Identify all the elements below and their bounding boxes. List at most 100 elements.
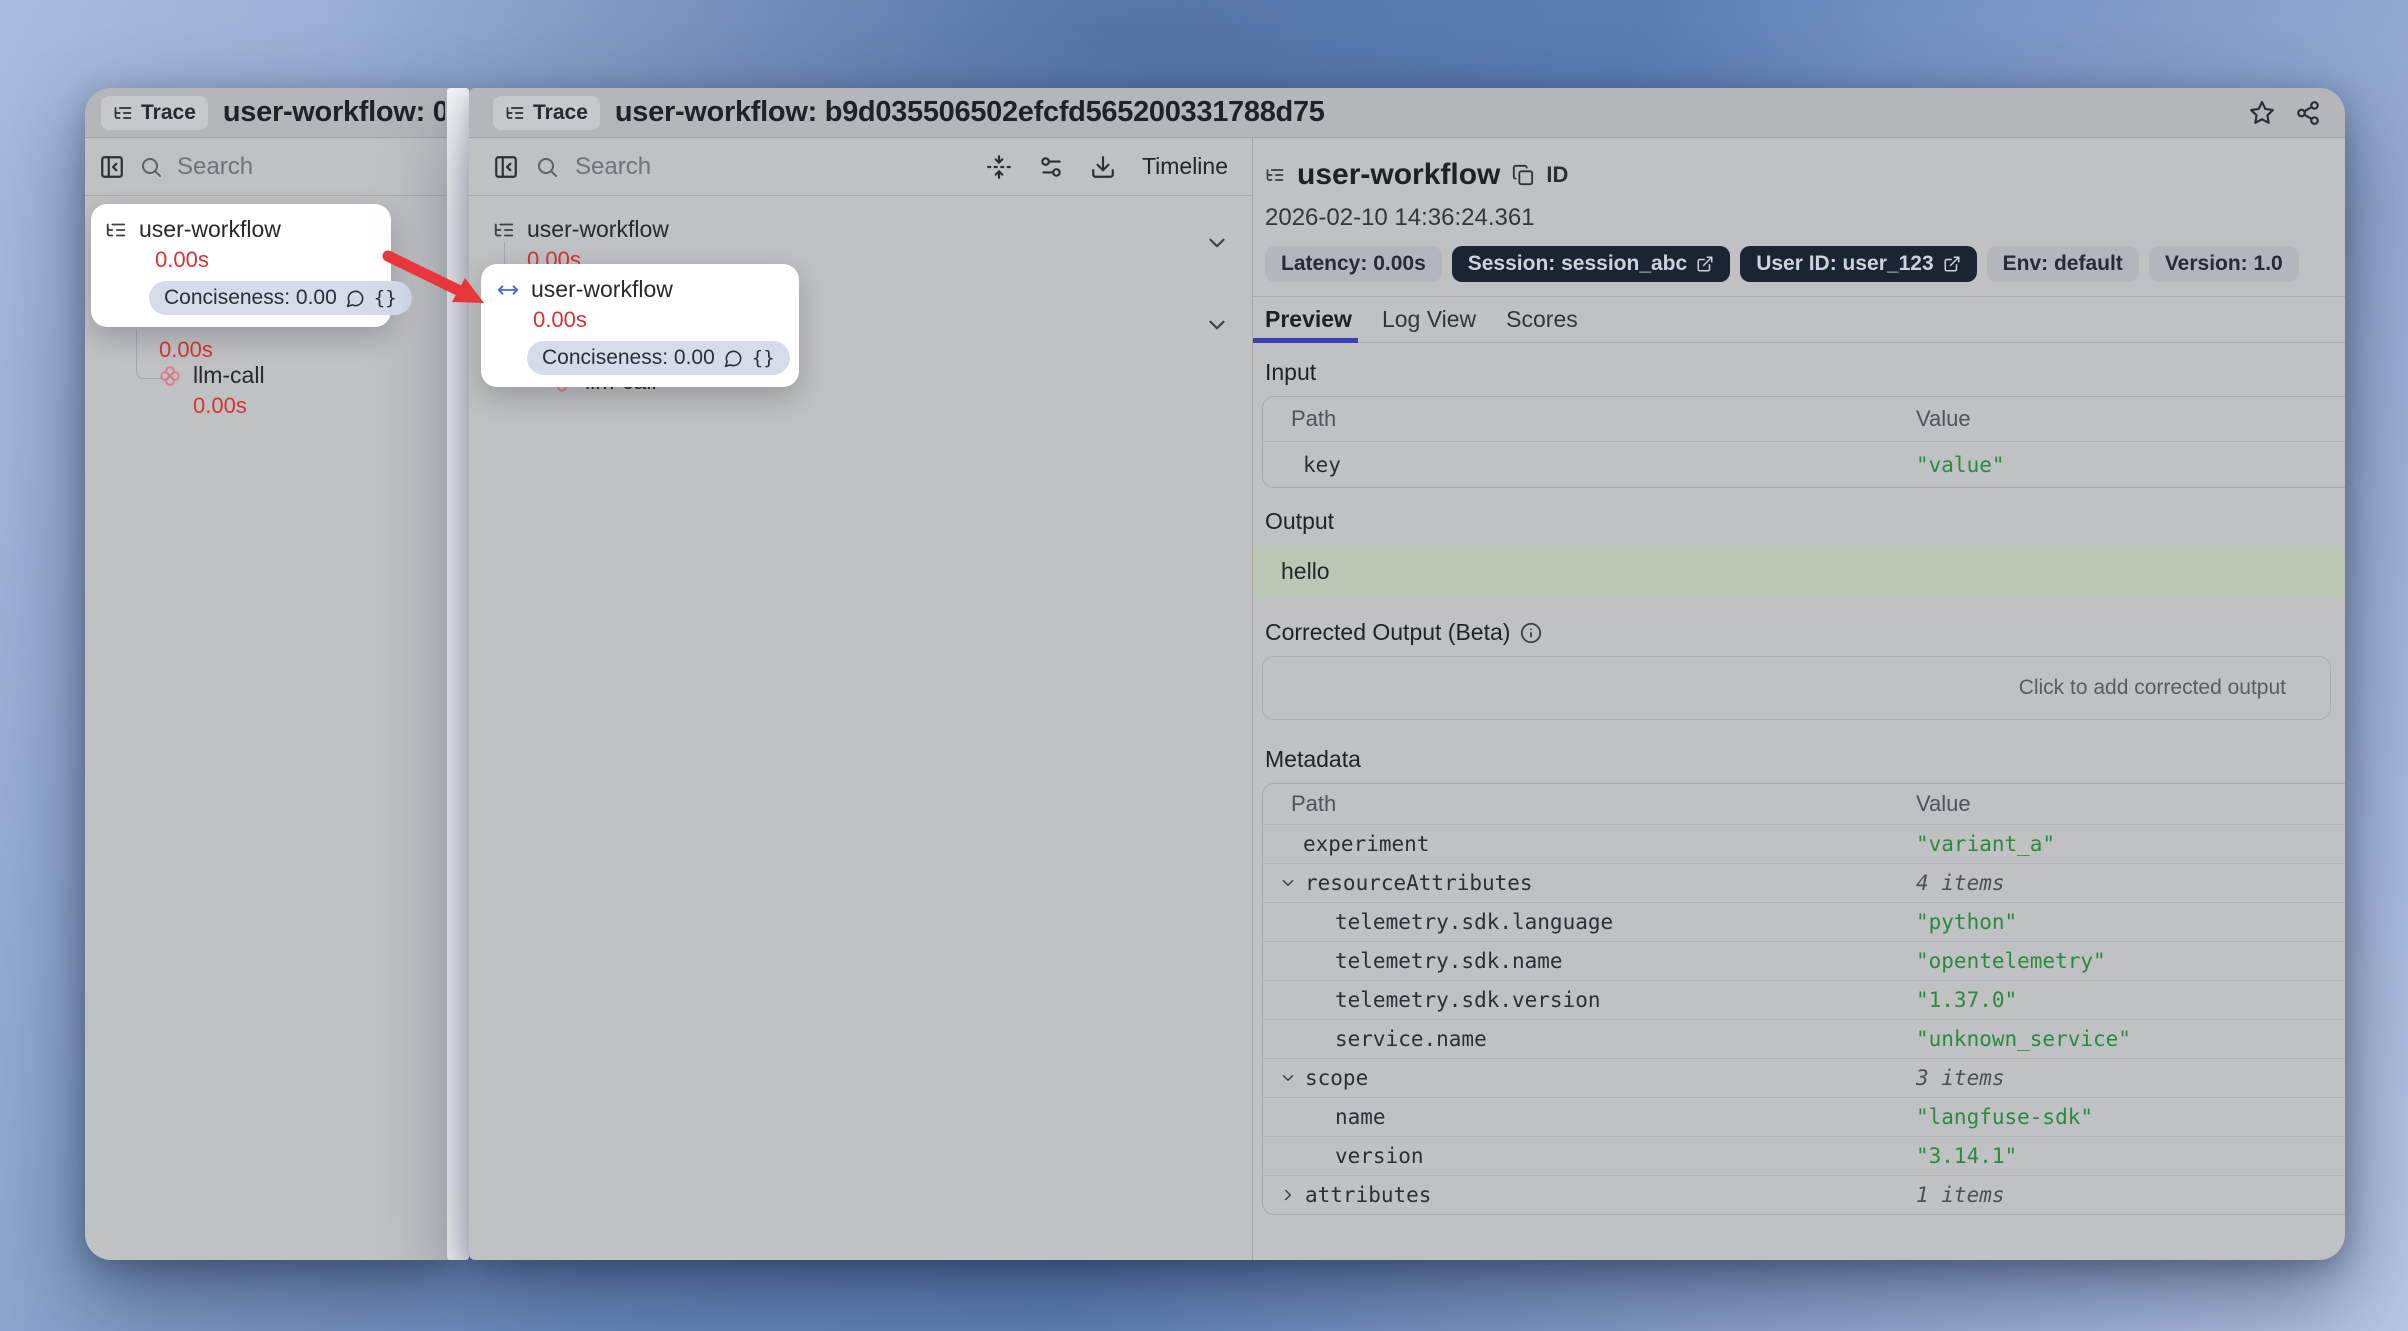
detail-tabs: Preview Log View Scores [1253, 296, 2345, 343]
session-badge-label: Session: session_abc [1468, 252, 1687, 276]
version-badge: Version: 1.0 [2149, 246, 2299, 282]
path-cell: telemetry.sdk.version [1263, 988, 1916, 1012]
path-text: resourceAttributes [1305, 871, 1533, 895]
node-duration: 0.00s [533, 307, 783, 333]
tree-node-llm-call[interactable]: llm-call 0.00s [159, 362, 265, 419]
node-duration: 0.00s [155, 247, 377, 273]
node-duration: 0.00s [159, 337, 301, 363]
tree-node-root-highlighted[interactable]: user-workflow 0.00s Conciseness: 0.00 {} [91, 204, 391, 327]
value-cell: "unknown_service" [1916, 1027, 2345, 1051]
score-label: Conciseness: 0.00 [164, 286, 337, 310]
path-cell: telemetry.sdk.name [1263, 949, 1916, 973]
input-table: Path Value key "value" [1262, 396, 2345, 488]
info-icon[interactable] [1520, 622, 1542, 644]
table-row: name "langfuse-sdk" [1263, 1097, 2345, 1136]
node-name: llm-call [193, 362, 265, 389]
path-cell: experiment [1263, 832, 1916, 856]
column-header-path: Path [1263, 791, 1916, 817]
trace-detail-window: Trace user-workflow: b9d035506502efcfd56… [469, 88, 2345, 1260]
tree-toolbar: Timeline [469, 138, 1252, 196]
tab-scores[interactable]: Scores [1506, 297, 1578, 342]
trace-timestamp: 2026-02-10 14:36:24.361 [1253, 204, 2345, 232]
node-name: user-workflow [531, 276, 673, 303]
window-title: user-workflow: b9d035506502efcfd56520033… [615, 96, 2229, 129]
table-row: service.name "unknown_service" [1263, 1019, 2345, 1058]
search-icon [535, 155, 559, 179]
session-badge[interactable]: Session: session_abc [1452, 246, 1730, 282]
annotation-arrow [380, 246, 496, 314]
path-cell: version [1263, 1144, 1916, 1168]
list-tree-icon [1265, 165, 1285, 185]
path-cell[interactable]: scope [1263, 1066, 1916, 1090]
window-header: Trace user-workflow: 0bde [85, 88, 455, 138]
list-tree-icon [113, 103, 133, 123]
panel-collapse-icon[interactable] [99, 154, 125, 180]
value-cell: "opentelemetry" [1916, 949, 2345, 973]
add-corrected-output-area[interactable]: Click to add corrected output [1262, 656, 2331, 720]
path-text: attributes [1305, 1183, 1431, 1207]
window-header: Trace user-workflow: b9d035506502efcfd56… [469, 88, 2345, 138]
table-row: telemetry.sdk.name "opentelemetry" [1263, 941, 2345, 980]
download-icon[interactable] [1090, 154, 1116, 180]
value-cell: 1 items [1916, 1183, 2345, 1207]
node-name: user-workflow [527, 216, 669, 243]
settings-sliders-icon[interactable] [1038, 154, 1064, 180]
chevron-down-icon[interactable] [1279, 874, 1297, 892]
trace-tree: user-workflow 0.00s user-workflow 0.00s … [469, 196, 1252, 1260]
tab-log-view[interactable]: Log View [1382, 297, 1476, 342]
tree-node-span-highlighted[interactable]: user-workflow 0.00s Conciseness: 0.00 {} [481, 264, 799, 387]
path-cell[interactable]: resourceAttributes [1263, 871, 1916, 895]
trace-type-badge: Trace [101, 96, 208, 130]
table-row: resourceAttributes 4 items [1263, 863, 2345, 902]
path-cell: key [1263, 453, 1916, 477]
value-cell: "langfuse-sdk" [1916, 1105, 2345, 1129]
score-label: Conciseness: 0.00 [542, 346, 715, 370]
tab-preview[interactable]: Preview [1265, 297, 1352, 342]
value-cell: "python" [1916, 910, 2345, 934]
node-name: user-workflow [139, 216, 281, 243]
path-cell: service.name [1263, 1027, 1916, 1051]
value-cell: "value" [1916, 453, 2345, 477]
value-cell: 4 items [1916, 871, 2345, 895]
id-label: ID [1546, 162, 1568, 188]
user-id-badge-label: User ID: user_123 [1756, 252, 1933, 276]
score-badge[interactable]: Conciseness: 0.00 {} [527, 341, 790, 375]
star-favorite-icon[interactable] [2249, 100, 2275, 126]
user-id-badge[interactable]: User ID: user_123 [1740, 246, 1976, 282]
table-row: attributes 1 items [1263, 1175, 2345, 1214]
share-icon[interactable] [2295, 100, 2321, 126]
path-cell: name [1263, 1105, 1916, 1129]
list-tree-icon [505, 103, 525, 123]
trace-type-label: Trace [141, 101, 196, 125]
table-row: experiment "variant_a" [1263, 824, 2345, 863]
value-cell: "1.37.0" [1916, 988, 2345, 1012]
chevron-down-icon[interactable] [1279, 1069, 1297, 1087]
external-link-icon [1943, 255, 1961, 273]
path-text: scope [1305, 1066, 1368, 1090]
copy-id-icon[interactable] [1512, 164, 1534, 186]
table-row: telemetry.sdk.version "1.37.0" [1263, 980, 2345, 1019]
table-row: telemetry.sdk.language "python" [1263, 902, 2345, 941]
search-input[interactable] [575, 153, 970, 181]
path-cell[interactable]: attributes [1263, 1183, 1916, 1207]
timeline-toggle[interactable]: Timeline [1142, 153, 1228, 180]
chevron-down-icon[interactable] [1204, 312, 1230, 338]
observation-title: user-workflow [1297, 158, 1500, 192]
score-badge[interactable]: Conciseness: 0.00 {} [149, 281, 412, 315]
env-badge: Env: default [1987, 246, 2139, 282]
metadata-table: Path Value experiment "variant_a" resour… [1262, 783, 2345, 1215]
metadata-section-heading: Metadata [1253, 746, 2345, 773]
chevron-down-icon[interactable] [1204, 230, 1230, 256]
latency-badge: Latency: 0.00s [1265, 246, 1442, 282]
trace-badges: Latency: 0.00s Session: session_abc User… [1253, 246, 2345, 282]
path-cell: telemetry.sdk.language [1263, 910, 1916, 934]
corrected-output-placeholder: Click to add corrected output [2019, 676, 2286, 700]
score-braces: {} [752, 347, 775, 369]
panel-collapse-icon[interactable] [493, 154, 519, 180]
chevron-right-icon[interactable] [1279, 1186, 1297, 1204]
fold-vertical-icon[interactable] [986, 154, 1012, 180]
table-row: version "3.14.1" [1263, 1136, 2345, 1175]
generation-clover-icon [159, 365, 181, 387]
output-value-row: hello [1253, 545, 2345, 597]
search-input[interactable] [177, 153, 441, 181]
